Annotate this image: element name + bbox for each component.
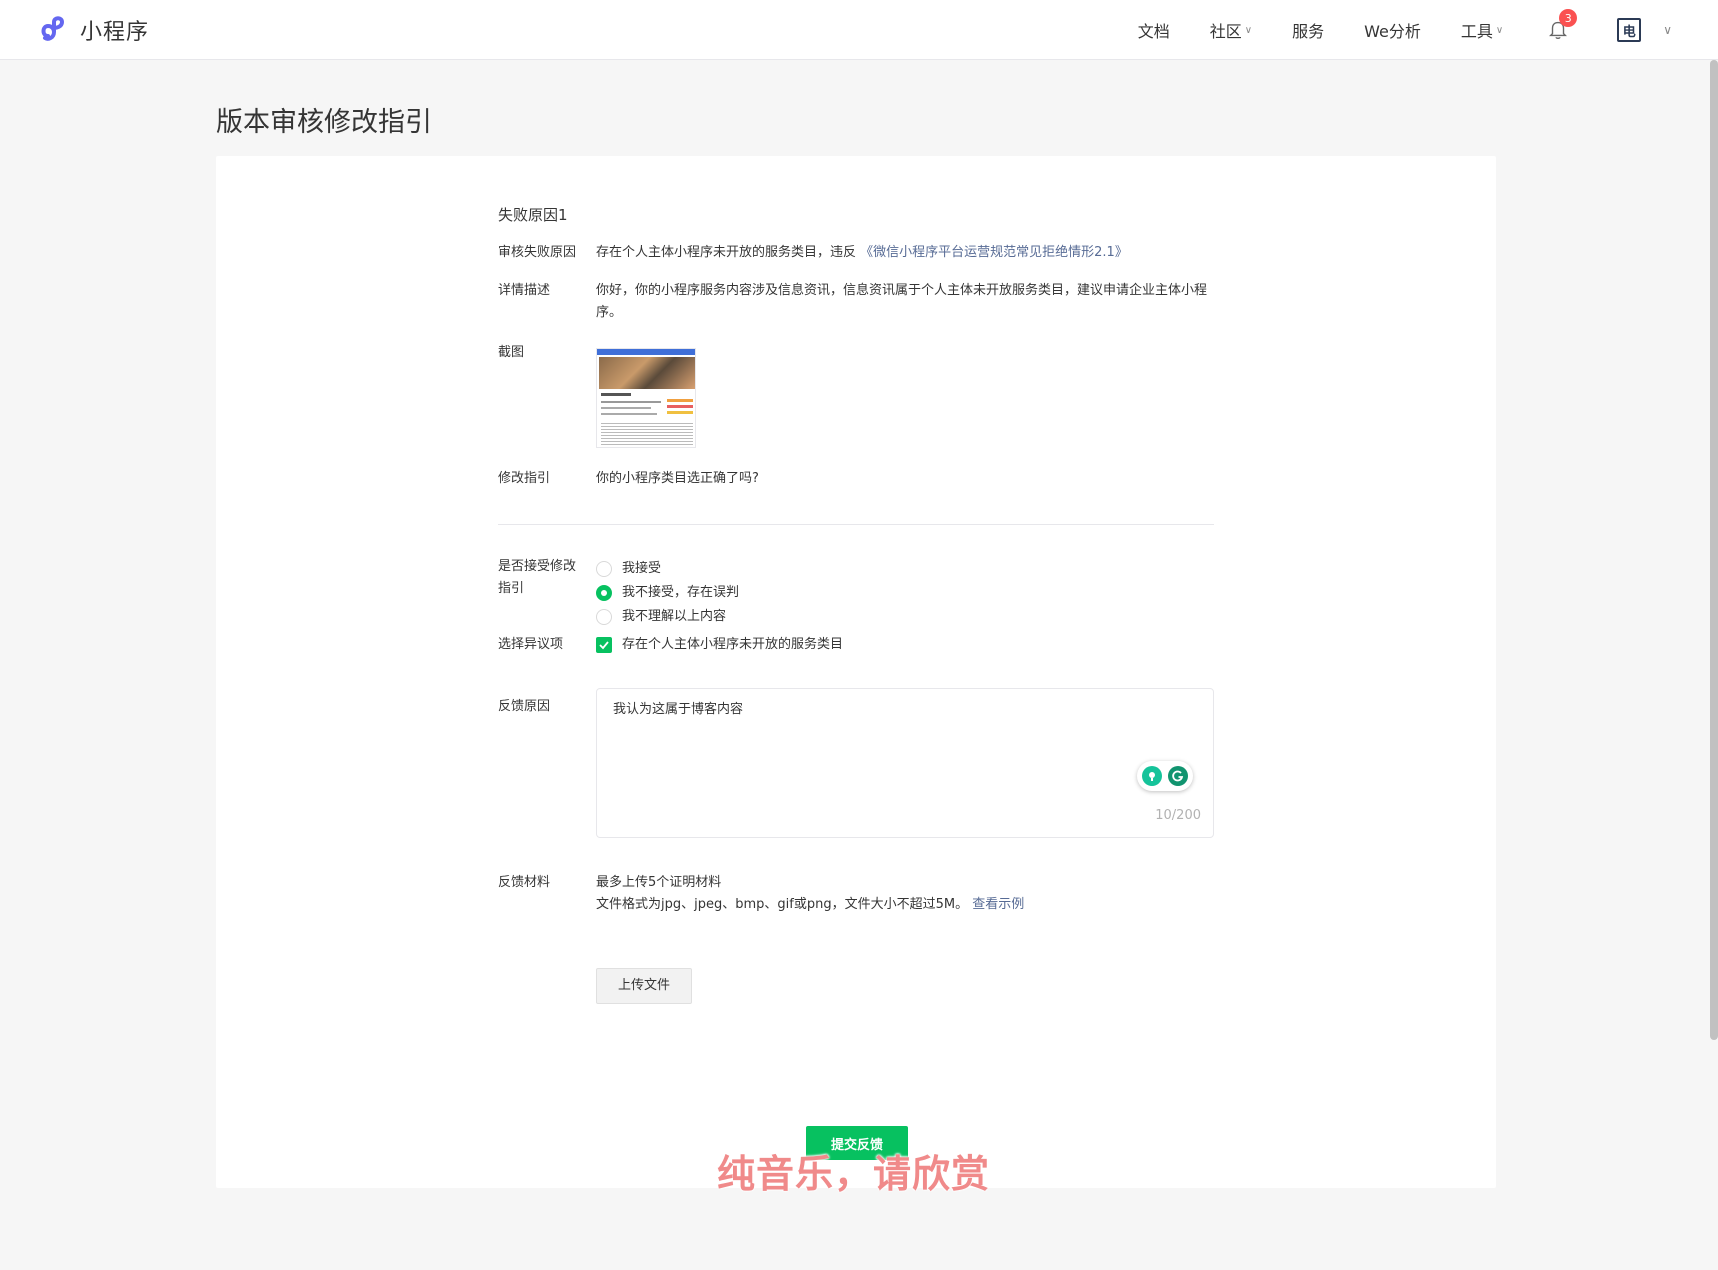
notification-bell[interactable]: 3 [1547, 9, 1578, 42]
feedback-material-row: 反馈材料 最多上传5个证明材料 文件格式为jpg、jpeg、bmp、gif或pn… [498, 872, 1214, 1012]
lightbulb-icon[interactable] [1142, 766, 1163, 786]
material-hints: 最多上传5个证明材料 文件格式为jpg、jpeg、bmp、gif或png，文件大… [596, 872, 1214, 916]
accept-label-line-2: 指引 [498, 581, 525, 596]
logo[interactable]: 小程序 [38, 14, 149, 46]
objection-options: 存在个人主体小程序未开放的服务类目 [596, 634, 1214, 656]
feedback-reason-label: 反馈原因 [498, 699, 551, 714]
thumb-line [601, 393, 631, 396]
radio-label: 我不接受，存在误判 [622, 585, 740, 600]
accept-label-line-1: 是否接受修改 [498, 559, 577, 574]
failure-section-title: 失败原因1 [498, 206, 568, 224]
nav-tools-label: 工具 [1460, 22, 1493, 41]
guide-label: 修改指引 [498, 471, 551, 486]
material-hint-format: 文件格式为jpg、jpeg、bmp、gif或png，文件大小不超过5M。 [596, 897, 969, 912]
checkmark-icon [599, 641, 609, 650]
radio-label: 我不理解以上内容 [622, 609, 727, 624]
nav-analytics[interactable]: We分析 [1364, 18, 1421, 42]
radio-option-misjudged[interactable]: 我不接受，存在误判 [596, 581, 1214, 605]
failure-reason-text: 存在个人主体小程序未开放的服务类目，违反 [596, 245, 857, 260]
thumb-tag [667, 399, 693, 402]
upload-file-button[interactable]: 上传文件 [596, 968, 692, 1004]
detail-label: 详情描述 [498, 283, 551, 298]
objection-checkbox-item[interactable]: 存在个人主体小程序未开放的服务类目 [596, 634, 1214, 656]
chevron-down-icon: ∨ [1244, 24, 1253, 36]
objection-label: 选择异议项 [498, 637, 564, 652]
thumb-tag [667, 405, 693, 408]
nav-docs-label: 文档 [1137, 22, 1170, 41]
main-nav: 文档 社区 ∨ 服务 We分析 工具 ∨ 3 电 ∨ [1098, 0, 1672, 60]
feedback-reason-row: 反馈原因 我认为这属于博客内容 10/200 [498, 688, 1214, 838]
feedback-material-label: 反馈材料 [498, 875, 551, 890]
radio-option-accept[interactable]: 我接受 [596, 557, 1214, 581]
category-guide-link[interactable]: 你的小程序类目选正确了吗? [596, 468, 1214, 490]
review-guide-card: 失败原因1 审核失败原因 存在个人主体小程序未开放的服务类目，违反 《微信小程序… [216, 156, 1496, 1188]
notification-count-badge: 3 [1559, 9, 1578, 27]
screenshot-thumbnail[interactable] [596, 348, 696, 448]
nav-services-label: 服务 [1292, 22, 1325, 41]
feedback-reason-textarea[interactable]: 我认为这属于博客内容 10/200 [596, 688, 1214, 838]
radio-button[interactable] [596, 609, 612, 625]
radio-button[interactable] [596, 561, 612, 577]
thumb-text-block [601, 421, 693, 447]
thumb-tag [667, 411, 693, 414]
account-chevron-down-icon[interactable]: ∨ [1663, 23, 1672, 37]
material-hint-limit: 最多上传5个证明材料 [596, 875, 722, 890]
view-example-link[interactable]: 查看示例 [972, 897, 1024, 912]
page-scrollbar[interactable] [1710, 60, 1718, 1040]
accept-options: 我接受 我不接受，存在误判 我不理解以上内容 [596, 557, 1214, 629]
grammarly-widget[interactable] [1137, 761, 1193, 791]
thumb-line [601, 401, 661, 403]
section-divider [498, 524, 1214, 525]
failure-reason-label: 审核失败原因 [498, 245, 577, 260]
thumb-line [601, 407, 651, 409]
nav-tools[interactable]: 工具 ∨ [1461, 18, 1503, 42]
nav-services[interactable]: 服务 [1292, 18, 1324, 42]
nav-community-label: 社区 [1209, 22, 1242, 41]
screenshot-value [596, 348, 1214, 448]
app-name: 小程序 [80, 20, 150, 45]
nav-community[interactable]: 社区 ∨ [1210, 18, 1252, 42]
top-navigation-bar: 小程序 文档 社区 ∨ 服务 We分析 工具 ∨ 3 电 ∨ [0, 0, 1718, 60]
screenshot-label: 截图 [498, 345, 525, 360]
thumb-banner-image [599, 357, 695, 389]
radio-option-not-understand[interactable]: 我不理解以上内容 [596, 605, 1214, 629]
regulation-link[interactable]: 《微信小程序平台运营规范常见拒绝情形2.1》 [860, 245, 1128, 260]
thumb-header [597, 349, 695, 355]
nav-analytics-label: We分析 [1364, 22, 1421, 41]
grammarly-icon[interactable] [1167, 766, 1188, 786]
radio-label: 我接受 [622, 561, 662, 576]
feedback-reason-text: 我认为这属于博客内容 [613, 702, 744, 717]
avatar[interactable]: 电 [1617, 18, 1642, 42]
page-title: 版本审核修改指引 [216, 107, 432, 138]
radio-button-selected[interactable] [596, 585, 612, 601]
mini-program-logo-icon [41, 16, 65, 41]
checkbox-checked[interactable] [596, 637, 612, 653]
character-counter: 10/200 [1155, 808, 1201, 823]
accept-label: 是否接受修改 指引 [498, 556, 594, 600]
objection-item-label: 存在个人主体小程序未开放的服务类目 [622, 637, 844, 652]
detail-text: 你好，你的小程序服务内容涉及信息资讯，信息资讯属于个人主体未开放服务类目，建议申… [596, 283, 1208, 320]
nav-docs[interactable]: 文档 [1138, 18, 1170, 42]
video-subtitle-overlay: 纯音乐，请欣赏 [717, 1152, 991, 1196]
chevron-down-icon: ∨ [1495, 24, 1504, 36]
thumb-line [601, 413, 657, 415]
failure-reason-value: 存在个人主体小程序未开放的服务类目，违反 《微信小程序平台运营规范常见拒绝情形2… [596, 242, 1214, 264]
